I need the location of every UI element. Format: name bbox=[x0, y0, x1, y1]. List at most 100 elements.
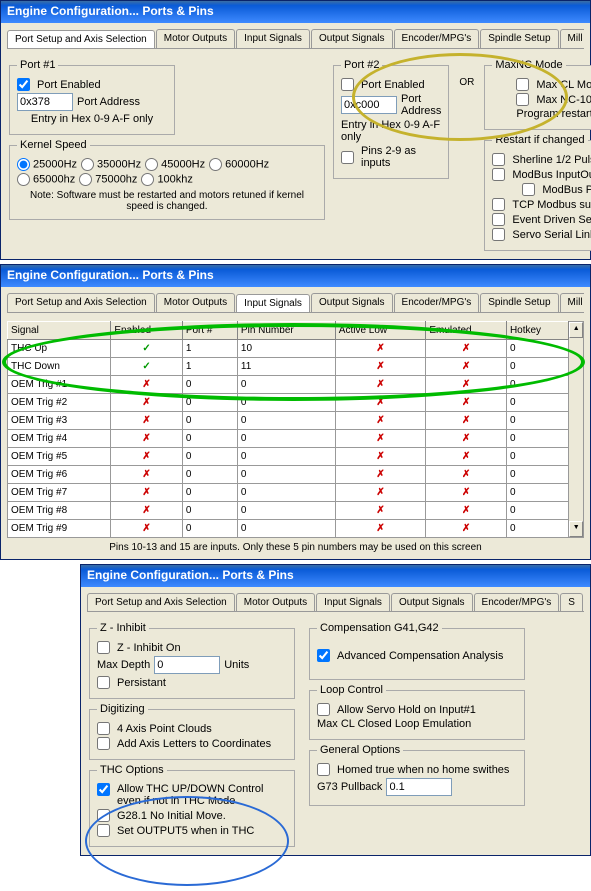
cell[interactable]: ✗ bbox=[335, 430, 426, 448]
tab-port-setup[interactable]: Port Setup and Axis Selection bbox=[7, 30, 155, 49]
col-header[interactable]: Signal bbox=[8, 322, 111, 340]
cell[interactable]: ✗ bbox=[426, 448, 507, 466]
cell[interactable]: ✗ bbox=[426, 340, 507, 358]
cell[interactable]: ✗ bbox=[111, 466, 183, 484]
thc-allow-checkbox[interactable] bbox=[97, 783, 110, 796]
cell[interactable]: 0 bbox=[237, 484, 335, 502]
tab-port-setup-2[interactable]: Port Setup and Axis Selection bbox=[7, 293, 155, 312]
tab-input-signals[interactable]: Input Signals bbox=[236, 29, 310, 48]
4axis-checkbox[interactable] bbox=[97, 722, 110, 735]
cell[interactable]: ✗ bbox=[335, 358, 426, 376]
cell[interactable]: OEM Trig #6 bbox=[8, 466, 111, 484]
restart-opt-3[interactable] bbox=[492, 198, 505, 211]
tab-input-signals-3[interactable]: Input Signals bbox=[316, 593, 390, 611]
tab-output-signals-2[interactable]: Output Signals bbox=[311, 293, 393, 312]
restart-opt-1[interactable] bbox=[492, 168, 505, 181]
cell[interactable]: ✗ bbox=[426, 502, 507, 520]
cell[interactable]: 0 bbox=[506, 448, 568, 466]
port1-addr-input[interactable] bbox=[17, 93, 73, 111]
kernel-opt-3[interactable]: 60000Hz bbox=[209, 158, 269, 171]
cell[interactable]: ✗ bbox=[111, 502, 183, 520]
cell[interactable]: 0 bbox=[182, 502, 237, 520]
port1-enabled-checkbox[interactable] bbox=[17, 78, 30, 91]
cell[interactable]: THC Up bbox=[8, 340, 111, 358]
kernel-opt-6[interactable]: 100khz bbox=[141, 173, 192, 186]
cell[interactable]: 0 bbox=[182, 520, 237, 538]
kernel-opt-5[interactable]: 75000hz bbox=[79, 173, 137, 186]
cell[interactable]: 0 bbox=[237, 430, 335, 448]
table-row[interactable]: OEM Trig #2✗00✗✗0 bbox=[8, 394, 569, 412]
tab-motor-outputs-3[interactable]: Motor Outputs bbox=[236, 593, 315, 611]
cell[interactable]: 0 bbox=[182, 448, 237, 466]
cell[interactable]: 0 bbox=[182, 430, 237, 448]
cell[interactable]: ✗ bbox=[426, 466, 507, 484]
cell[interactable]: ✗ bbox=[426, 376, 507, 394]
thc-output5-checkbox[interactable] bbox=[97, 824, 110, 837]
scroll-down-icon[interactable]: ▼ bbox=[569, 521, 583, 537]
kernel-opt-2[interactable]: 45000Hz bbox=[145, 158, 205, 171]
cell[interactable]: ✗ bbox=[111, 394, 183, 412]
col-header[interactable]: Port # bbox=[182, 322, 237, 340]
cell[interactable]: 0 bbox=[182, 376, 237, 394]
cell[interactable]: ✗ bbox=[426, 430, 507, 448]
tab-spindle-3[interactable]: S bbox=[560, 593, 583, 611]
cell[interactable]: ✗ bbox=[426, 484, 507, 502]
cell[interactable]: ✗ bbox=[335, 394, 426, 412]
cell[interactable]: ✗ bbox=[426, 394, 507, 412]
thc-g28-checkbox[interactable] bbox=[97, 809, 110, 822]
cell[interactable]: ✗ bbox=[111, 412, 183, 430]
cell[interactable]: 0 bbox=[182, 484, 237, 502]
tab-output-signals[interactable]: Output Signals bbox=[311, 29, 393, 48]
cell[interactable]: ✗ bbox=[426, 358, 507, 376]
cell[interactable]: 0 bbox=[506, 358, 568, 376]
tab-encoder-2[interactable]: Encoder/MPG's bbox=[394, 293, 480, 312]
restart-opt-5[interactable] bbox=[492, 228, 505, 241]
cell[interactable]: 0 bbox=[182, 412, 237, 430]
restart-opt-2[interactable] bbox=[522, 183, 535, 196]
table-row[interactable]: OEM Trig #6✗00✗✗0 bbox=[8, 466, 569, 484]
tab-input-signals-2[interactable]: Input Signals bbox=[236, 294, 310, 313]
col-header[interactable]: Hotkey bbox=[506, 322, 568, 340]
max-depth-input[interactable] bbox=[154, 656, 220, 674]
tab-encoder-3[interactable]: Encoder/MPG's bbox=[474, 593, 560, 611]
tab-encoder[interactable]: Encoder/MPG's bbox=[394, 29, 480, 48]
kernel-opt-1[interactable]: 35000Hz bbox=[81, 158, 141, 171]
cell[interactable]: 0 bbox=[506, 430, 568, 448]
homed-true-checkbox[interactable] bbox=[317, 763, 330, 776]
cell[interactable]: 0 bbox=[237, 448, 335, 466]
port2-enabled-checkbox[interactable] bbox=[341, 78, 354, 91]
cell[interactable]: 0 bbox=[506, 502, 568, 520]
cell[interactable]: ✗ bbox=[111, 376, 183, 394]
cell[interactable]: OEM Trig #1 bbox=[8, 376, 111, 394]
tab-motor-outputs-2[interactable]: Motor Outputs bbox=[156, 293, 235, 312]
signals-table[interactable]: SignalEnabledPort #Pin NumberActive LowE… bbox=[7, 321, 569, 538]
scrollbar[interactable]: ▲ ▼ bbox=[569, 321, 584, 538]
cell[interactable]: THC Down bbox=[8, 358, 111, 376]
cell[interactable]: 0 bbox=[182, 466, 237, 484]
table-row[interactable]: OEM Trig #3✗00✗✗0 bbox=[8, 412, 569, 430]
table-row[interactable]: OEM Trig #7✗00✗✗0 bbox=[8, 484, 569, 502]
cell[interactable]: OEM Trig #5 bbox=[8, 448, 111, 466]
cell[interactable]: OEM Trig #4 bbox=[8, 430, 111, 448]
cell[interactable]: ✗ bbox=[111, 520, 183, 538]
cell[interactable]: 11 bbox=[237, 358, 335, 376]
col-header[interactable]: Active Low bbox=[335, 322, 426, 340]
g73-pullback-input[interactable] bbox=[386, 778, 452, 796]
tab-output-signals-3[interactable]: Output Signals bbox=[391, 593, 473, 611]
cell[interactable]: OEM Trig #9 bbox=[8, 520, 111, 538]
restart-opt-0[interactable] bbox=[492, 153, 505, 166]
restart-opt-4[interactable] bbox=[492, 213, 505, 226]
cell[interactable]: ✓ bbox=[111, 340, 183, 358]
cell[interactable]: ✗ bbox=[335, 376, 426, 394]
zinhibit-on-checkbox[interactable] bbox=[97, 641, 110, 654]
table-row[interactable]: OEM Trig #8✗00✗✗0 bbox=[8, 502, 569, 520]
maxnc-cl-checkbox[interactable] bbox=[516, 78, 529, 91]
table-row[interactable]: OEM Trig #1✗00✗✗0 bbox=[8, 376, 569, 394]
cell[interactable]: 0 bbox=[237, 412, 335, 430]
cell[interactable]: 0 bbox=[237, 502, 335, 520]
maxnc-wave-checkbox[interactable] bbox=[516, 93, 529, 106]
cell[interactable]: 0 bbox=[506, 520, 568, 538]
port2-addr-input[interactable] bbox=[341, 96, 397, 114]
cell[interactable]: ✗ bbox=[335, 520, 426, 538]
loop-servo-checkbox[interactable] bbox=[317, 703, 330, 716]
